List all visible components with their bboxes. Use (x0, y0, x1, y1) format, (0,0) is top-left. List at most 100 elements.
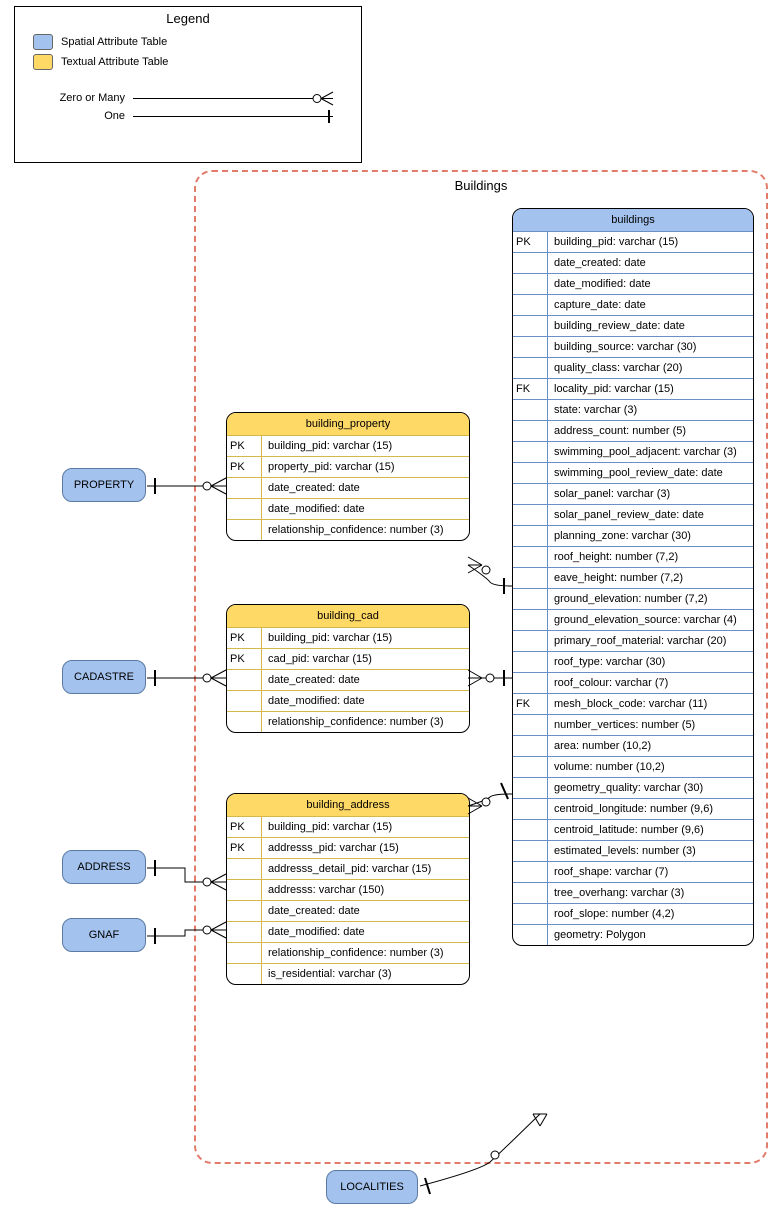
row-value: addresss: varchar (150) (262, 879, 469, 900)
table-row: PKproperty_pid: varchar (15) (227, 456, 469, 477)
row-key (227, 519, 262, 540)
row-value: geometry: Polygon (548, 924, 753, 945)
entity-gnaf: GNAF (62, 918, 146, 952)
row-key: PK (227, 435, 262, 456)
row-key (513, 672, 548, 693)
row-key (513, 798, 548, 819)
row-key (513, 567, 548, 588)
row-value: building_pid: varchar (15) (262, 435, 469, 456)
table-row: address_count: number (5) (513, 420, 753, 441)
row-key (513, 315, 548, 336)
table-row: eave_height: number (7,2) (513, 567, 753, 588)
table-row: estimated_levels: number (3) (513, 840, 753, 861)
table-row: PKbuilding_pid: varchar (15) (227, 435, 469, 456)
row-value: building_pid: varchar (15) (548, 231, 753, 252)
row-key (227, 921, 262, 942)
row-value: date_created: date (262, 900, 469, 921)
table-row: date_modified: date (227, 921, 469, 942)
row-key (227, 858, 262, 879)
row-key: PK (227, 816, 262, 837)
row-key (513, 483, 548, 504)
table-row: ground_elevation_source: varchar (4) (513, 609, 753, 630)
row-key (513, 903, 548, 924)
row-value: cad_pid: varchar (15) (262, 648, 469, 669)
table-row: roof_height: number (7,2) (513, 546, 753, 567)
table-building-cad: building_cad PKbuilding_pid: varchar (15… (226, 604, 470, 733)
row-key (227, 900, 262, 921)
row-value: centroid_latitude: number (9,6) (548, 819, 753, 840)
table-row: PKcad_pid: varchar (15) (227, 648, 469, 669)
row-value: state: varchar (3) (548, 399, 753, 420)
table-row: date_created: date (513, 252, 753, 273)
row-key (513, 525, 548, 546)
row-value: ground_elevation: number (7,2) (548, 588, 753, 609)
row-value: building_pid: varchar (15) (262, 627, 469, 648)
table-row: centroid_latitude: number (9,6) (513, 819, 753, 840)
row-value: roof_colour: varchar (7) (548, 672, 753, 693)
legend-title: Legend (15, 11, 361, 26)
row-value: primary_roof_material: varchar (20) (548, 630, 753, 651)
table-row: state: varchar (3) (513, 399, 753, 420)
row-key (513, 420, 548, 441)
table-building-cad-rows: PKbuilding_pid: varchar (15)PKcad_pid: v… (227, 627, 469, 732)
row-key (513, 399, 548, 420)
table-row: relationship_confidence: number (3) (227, 711, 469, 732)
row-key (513, 357, 548, 378)
row-key (513, 714, 548, 735)
row-key (513, 777, 548, 798)
table-row: solar_panel_review_date: date (513, 504, 753, 525)
row-value: eave_height: number (7,2) (548, 567, 753, 588)
table-row: date_modified: date (227, 498, 469, 519)
row-value: solar_panel_review_date: date (548, 504, 753, 525)
table-row: centroid_longitude: number (9,6) (513, 798, 753, 819)
row-key (513, 546, 548, 567)
entity-address: ADDRESS (62, 850, 146, 884)
table-row: relationship_confidence: number (3) (227, 519, 469, 540)
row-value: property_pid: varchar (15) (262, 456, 469, 477)
table-row: geometry: Polygon (513, 924, 753, 945)
row-value: date_created: date (262, 669, 469, 690)
spatial-swatch-icon (33, 34, 53, 50)
row-key (513, 882, 548, 903)
table-row: date_created: date (227, 477, 469, 498)
row-value: roof_shape: varchar (7) (548, 861, 753, 882)
legend: Legend Spatial Attribute Table Textual A… (14, 6, 362, 163)
table-building-address: building_address PKbuilding_pid: varchar… (226, 793, 470, 985)
table-row: addresss: varchar (150) (227, 879, 469, 900)
table-row: swimming_pool_adjacent: varchar (3) (513, 441, 753, 462)
entity-localities: LOCALITIES (326, 1170, 418, 1204)
legend-textual-label: Textual Attribute Table (61, 56, 168, 68)
legend-zeromany-line-icon (133, 98, 333, 99)
table-row: PKbuilding_pid: varchar (15) (227, 627, 469, 648)
table-buildings-rows: PKbuilding_pid: varchar (15)date_created… (513, 231, 753, 945)
row-value: building_pid: varchar (15) (262, 816, 469, 837)
row-value: date_modified: date (262, 690, 469, 711)
row-key: PK (227, 837, 262, 858)
row-value: geometry_quality: varchar (30) (548, 777, 753, 798)
row-key (227, 879, 262, 900)
row-key (513, 462, 548, 483)
row-value: swimming_pool_review_date: date (548, 462, 753, 483)
table-row: tree_overhang: varchar (3) (513, 882, 753, 903)
table-row: building_review_date: date (513, 315, 753, 336)
table-row: planning_zone: varchar (30) (513, 525, 753, 546)
row-key (227, 690, 262, 711)
row-value: volume: number (10,2) (548, 756, 753, 777)
table-row: ground_elevation: number (7,2) (513, 588, 753, 609)
row-key (513, 609, 548, 630)
table-row: FKlocality_pid: varchar (15) (513, 378, 753, 399)
row-value: addresss_pid: varchar (15) (262, 837, 469, 858)
row-key: PK (513, 231, 548, 252)
table-row: swimming_pool_review_date: date (513, 462, 753, 483)
row-value: quality_class: varchar (20) (548, 357, 753, 378)
row-value: date_modified: date (548, 273, 753, 294)
row-key (227, 498, 262, 519)
row-key: FK (513, 378, 548, 399)
row-key (513, 588, 548, 609)
table-row: date_modified: date (513, 273, 753, 294)
row-value: roof_type: varchar (30) (548, 651, 753, 672)
row-key (513, 756, 548, 777)
row-value: date_modified: date (262, 921, 469, 942)
table-building-address-rows: PKbuilding_pid: varchar (15)PKaddresss_p… (227, 816, 469, 984)
textual-swatch-icon (33, 54, 53, 70)
